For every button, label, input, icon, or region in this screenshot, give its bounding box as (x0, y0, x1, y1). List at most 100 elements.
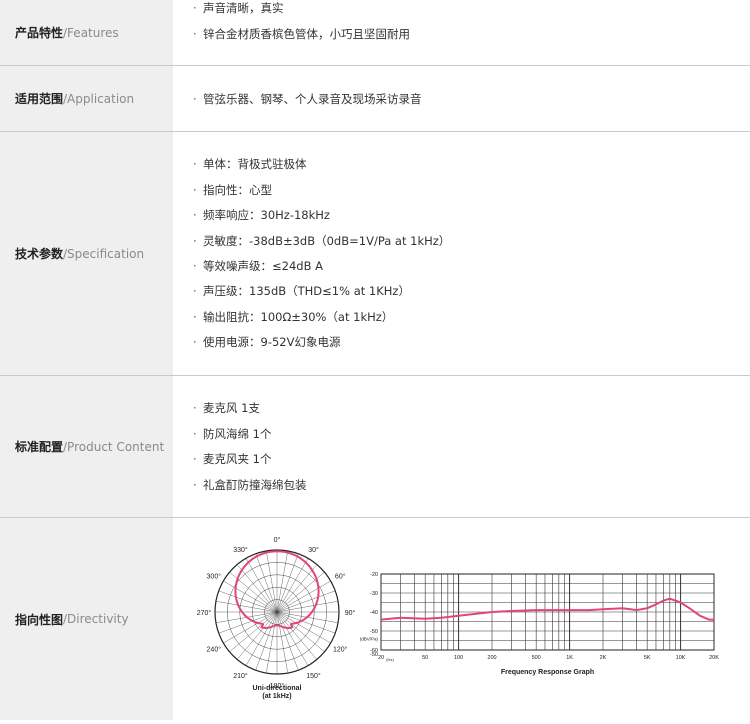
content-label: 标准配置/Product Content (0, 376, 173, 517)
response-x-tick: 5K (644, 655, 651, 661)
polar-caption-line2: (at 1kHz) (262, 693, 291, 700)
features-content: · 声音清晰，真实 · 锌合金材质香槟色管体，小巧且坚固耐用 (173, 0, 750, 65)
bullet-icon: · (193, 335, 197, 349)
list-item: · 输出阻抗：100Ω±30%（at 1kHz） (193, 309, 393, 325)
item-text: 麦克风 1支 (203, 401, 260, 415)
bullet-icon: · (193, 401, 197, 415)
response-x-tick: 20 (378, 655, 384, 661)
directivity-label: 指向性图/Directivity (0, 518, 173, 720)
bullet-icon: · (193, 208, 197, 222)
specification-row: 技术参数/Specification · 单体：背极式驻极体 · 指向性：心型 · 频… (0, 132, 750, 376)
bullet-icon: · (193, 92, 197, 106)
list-item: · 灵敏度：-38dB±3dB（0dB=1V/Pa at 1kHz） (193, 233, 450, 249)
specification-content: · 单体：背极式驻极体 · 指向性：心型 · 频率响应：30Hz-18kHz · 灵敏度… (173, 132, 750, 375)
directivity-row: 指向性图/Directivity 0° 30° 60° 90° 120° 150° 180°… (0, 518, 750, 720)
directivity-content: 0° 30° 60° 90° 120° 150° 180° 210° 240° 270° 300° 3… (173, 518, 750, 720)
bullet-icon: · (193, 259, 197, 273)
bullet-icon: · (193, 183, 197, 197)
polar-angle-label: 240° (207, 646, 222, 654)
item-text: 防风海绵 1个 (203, 427, 272, 441)
specification-label-en: /Specification (63, 246, 145, 261)
response-x-tick: 10K (676, 655, 686, 661)
response-y-tick: -40 (370, 610, 378, 616)
polar-angle-label: 0° (274, 536, 281, 544)
item-text: 管弦乐器、钢琴、个人录音及现场采访录音 (203, 92, 422, 106)
response-x-tick: 1K (566, 655, 573, 661)
application-label-zh: 适用范围 (15, 92, 64, 106)
polar-angle-label: 90° (345, 609, 356, 617)
list-item: · 频率响应：30Hz-18kHz (193, 207, 330, 223)
response-caption: Frequency Response Graph (501, 669, 594, 676)
polar-angle-label: 120° (333, 646, 348, 654)
item-text: 锌合金材质香槟色管体，小巧且坚固耐用 (203, 27, 410, 41)
item-text: 频率响应：30Hz-18kHz (203, 208, 330, 222)
response-x-unit: (Hz) (386, 657, 394, 662)
response-x-tick: 100 (454, 655, 463, 661)
polar-angle-label: 60° (335, 573, 346, 581)
bullet-icon: · (193, 27, 197, 41)
item-text: 使用电源：9-52V幻象电源 (203, 335, 341, 349)
bullet-icon: · (193, 284, 197, 298)
content-label-zh: 标准配置 (15, 440, 64, 454)
response-y-unit: (dBV/Pa) (360, 637, 379, 642)
bullet-icon: · (193, 310, 197, 324)
features-label-zh: 产品特性 (15, 26, 64, 40)
application-content: · 管弦乐器、钢琴、个人录音及现场采访录音 (173, 66, 750, 131)
polar-pattern: 0°30°60°90°120°150°180°210°240°270°300°3… (197, 536, 356, 700)
directivity-label-en: /Directivity (63, 612, 129, 626)
directivity-label-zh: 指向性图 (15, 612, 64, 627)
list-item: · 声压级：135dB（THD≤1% at 1KHz） (193, 283, 410, 299)
frequency-response-graph: -20-30-40-50-60-50(dBV/Pa)20 50 100 200 500 1… (360, 572, 719, 676)
response-y-tick: -50 (370, 629, 378, 635)
spec-table: 产品特性/Features · 声音清晰，真实 · 锌合金材质香槟色管体，小巧且坚固… (0, 0, 750, 720)
application-row: 适用范围/Application · 管弦乐器、钢琴、个人录音及现场采访录音 (0, 66, 750, 132)
polar-angle-label: 150° (306, 672, 321, 680)
content-content: · 麦克风 1支 · 防风海绵 1个 · 麦克风夹 1个 · 礼盒酊防撞海绵包装 (173, 376, 750, 517)
polar-angle-label: 330° (233, 546, 248, 554)
features-label-en: /Features (63, 25, 119, 40)
list-item: · 管弦乐器、钢琴、个人录音及现场采访录音 (193, 91, 422, 107)
directivity-figures: 0°30°60°90°120°150°180°210°240°270°300°3… (197, 536, 719, 700)
list-item: · 使用电源：9-52V幻象电源 (193, 334, 340, 350)
specification-label-zh: 技术参数 (15, 247, 64, 261)
list-item: · 指向性：心型 (193, 182, 272, 198)
item-text: 单体：背极式驻极体 (203, 157, 307, 171)
response-x-tick: 500 (532, 655, 541, 661)
item-text: 麦克风夹 1个 (203, 452, 272, 466)
features-row: 产品特性/Features · 声音清晰，真实 · 锌合金材质香槟色管体，小巧且坚固… (0, 0, 750, 66)
specification-label: 技术参数/Specification (0, 132, 173, 375)
list-item: · 麦克风夹 1个 (193, 451, 271, 467)
response-y-tick: -30 (370, 591, 378, 597)
bullet-icon: · (193, 157, 197, 171)
bullet-icon: · (193, 1, 197, 15)
list-item: · 锌合金材质香槟色管体，小巧且坚固耐用 (193, 26, 410, 42)
polar-caption-line1: Uni-directional (252, 685, 301, 692)
response-x-tick: 20K (709, 655, 719, 661)
bullet-icon: · (193, 427, 197, 441)
features-label: 产品特性/Features (0, 0, 173, 65)
polar-angle-label: 210° (233, 672, 248, 680)
application-label: 适用范围/Application (0, 66, 173, 131)
polar-angle-label: 270° (197, 609, 212, 617)
response-y-tick: -50 (370, 652, 378, 658)
response-x-tick: 2K (600, 655, 607, 661)
item-text: 灵敏度：-38dB±3dB（0dB=1V/Pa at 1kHz） (203, 234, 451, 248)
response-x-tick: 50 (422, 655, 428, 661)
application-label-en: /Application (63, 91, 135, 106)
list-item: · 等效噪声级：≤24dB A (193, 258, 323, 274)
item-text: 指向性：心型 (203, 183, 272, 197)
item-text: 输出阻抗：100Ω±30%（at 1kHz） (203, 310, 394, 324)
bullet-icon: · (193, 478, 197, 492)
item-text: 声音清晰，真实 (203, 1, 284, 15)
list-item: · 礼盒酊防撞海绵包装 (193, 477, 307, 493)
content-label-en: /Product Content (63, 439, 165, 454)
polar-angle-label: 30° (308, 546, 319, 554)
item-text: 礼盒酊防撞海绵包装 (203, 478, 307, 492)
content-row: 标准配置/Product Content · 麦克风 1支 · 防风海绵 1个 · 麦… (0, 376, 750, 518)
bullet-icon: · (193, 234, 197, 248)
item-text: 等效噪声级：≤24dB A (203, 259, 323, 273)
bullet-icon: · (193, 452, 197, 466)
polar-angle-label: 300° (207, 573, 222, 581)
list-item: · 声音清晰，真实 (193, 0, 284, 16)
response-x-tick: 200 (487, 655, 496, 661)
